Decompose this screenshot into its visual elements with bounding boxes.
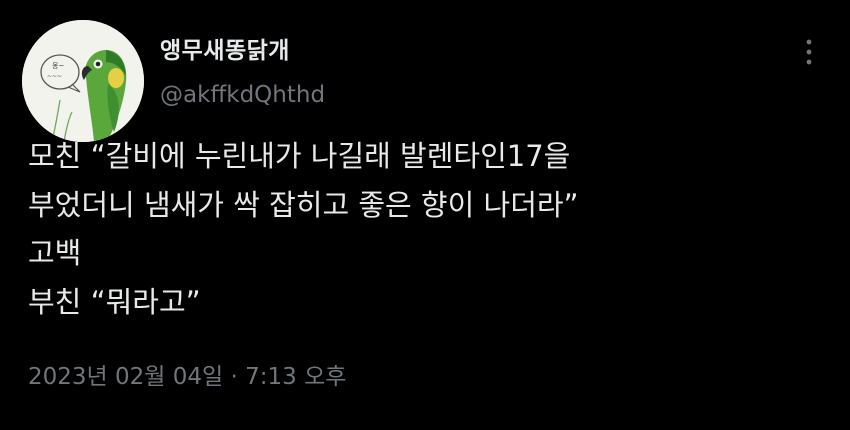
- tweet-time: 7:13 오후: [245, 364, 347, 390]
- tweet-text: 모친 “갈비에 누린내가 나길래 발렌타인17을 부었더니 냄새가 싹 잡히고 …: [28, 132, 828, 327]
- more-options-button[interactable]: [796, 32, 822, 72]
- svg-text:몽~: 몽~: [52, 62, 64, 70]
- tweet-text-line: 부친 “뭐라고”: [28, 285, 201, 320]
- more-vertical-icon: [806, 39, 812, 65]
- author-display-name[interactable]: 앵무새똥닭개: [160, 31, 290, 65]
- svg-text:~~~: ~~~: [47, 73, 62, 80]
- tweet-timestamp[interactable]: 2023년 02월 04일 · 7:13 오후: [28, 357, 346, 391]
- tweet-text-line: 부었더니 냄새가 싹 잡히고 좋은 향이 나더라”: [28, 187, 579, 222]
- tweet-text-line: 고백: [28, 236, 82, 271]
- parrot-avatar-icon: 몽~ ~~~: [22, 20, 144, 142]
- meta-separator: ·: [230, 364, 238, 390]
- avatar[interactable]: 몽~ ~~~: [22, 20, 144, 142]
- tweet-card: 몽~ ~~~ 앵무새똥닭개 @akffkdQhthd 모친 “갈비에 누린내가 …: [0, 0, 850, 430]
- tweet-date: 2023년 02월 04일: [28, 364, 224, 390]
- tweet-text-line: 모친 “갈비에 누린내가 나길래 발렌타인17을: [28, 139, 571, 173]
- author-handle[interactable]: @akffkdQhthd: [160, 82, 325, 108]
